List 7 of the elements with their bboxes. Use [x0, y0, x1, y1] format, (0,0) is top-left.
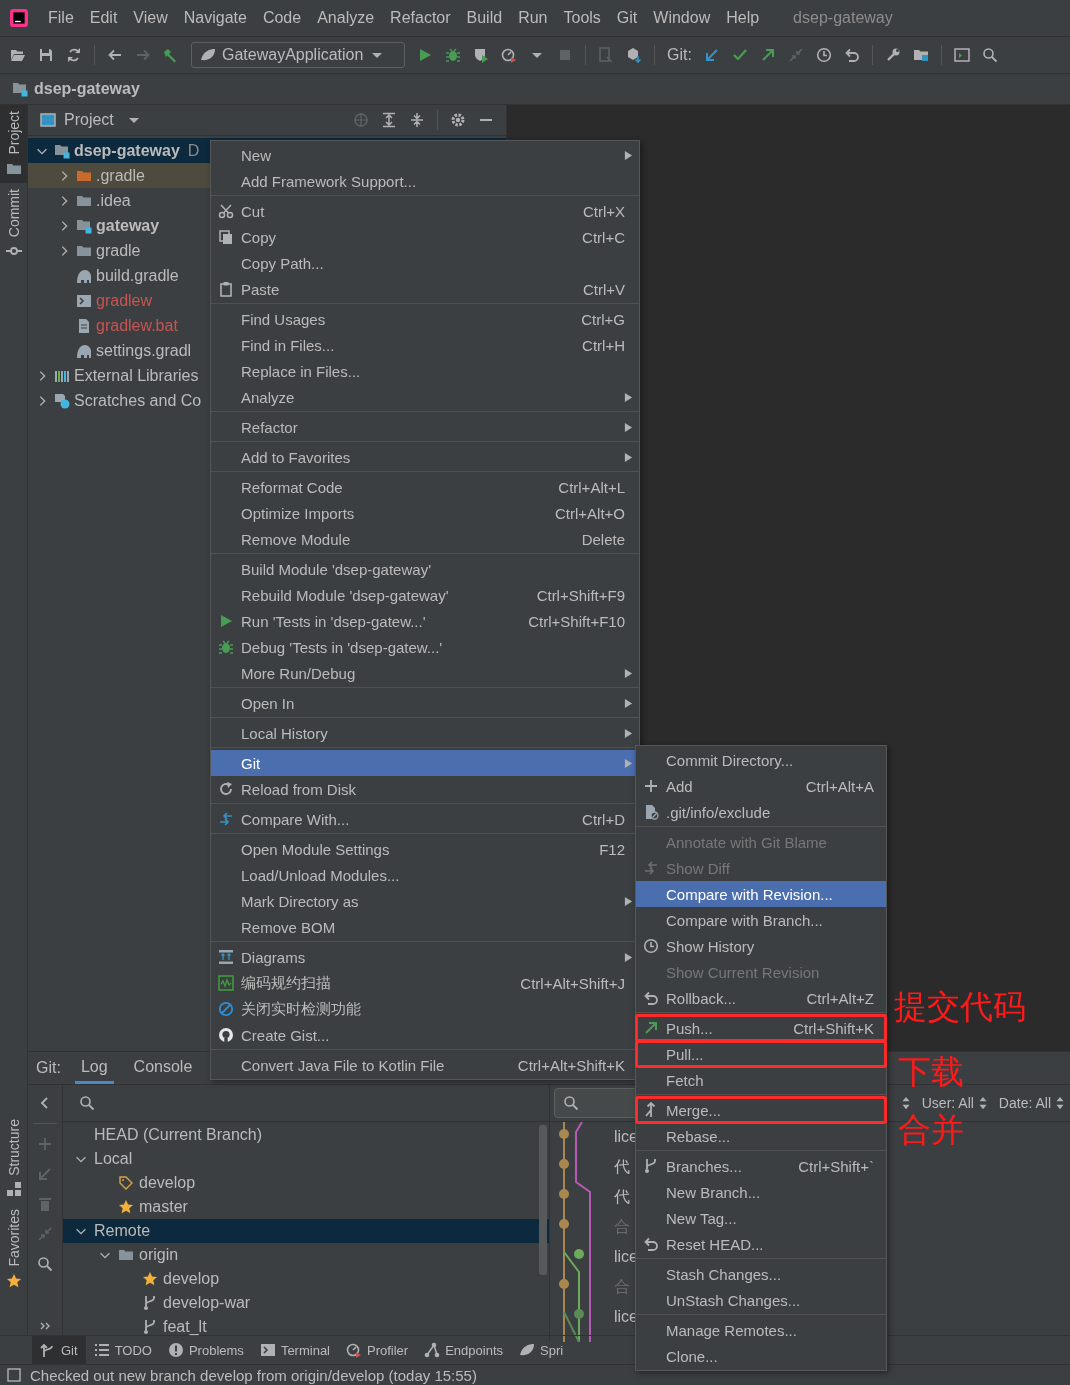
annotation-text: 合并	[898, 1113, 964, 1146]
status-message: Checked out new branch develop from origin/develop (today 15:55)	[30, 1366, 477, 1384]
panel-label: Git:	[36, 1058, 61, 1078]
annotation-text: 提交代码	[894, 990, 1026, 1023]
git-label: Git:	[667, 46, 692, 64]
annotation-text: 下载	[898, 1055, 964, 1088]
window-title: dsep-gateway	[793, 9, 893, 27]
